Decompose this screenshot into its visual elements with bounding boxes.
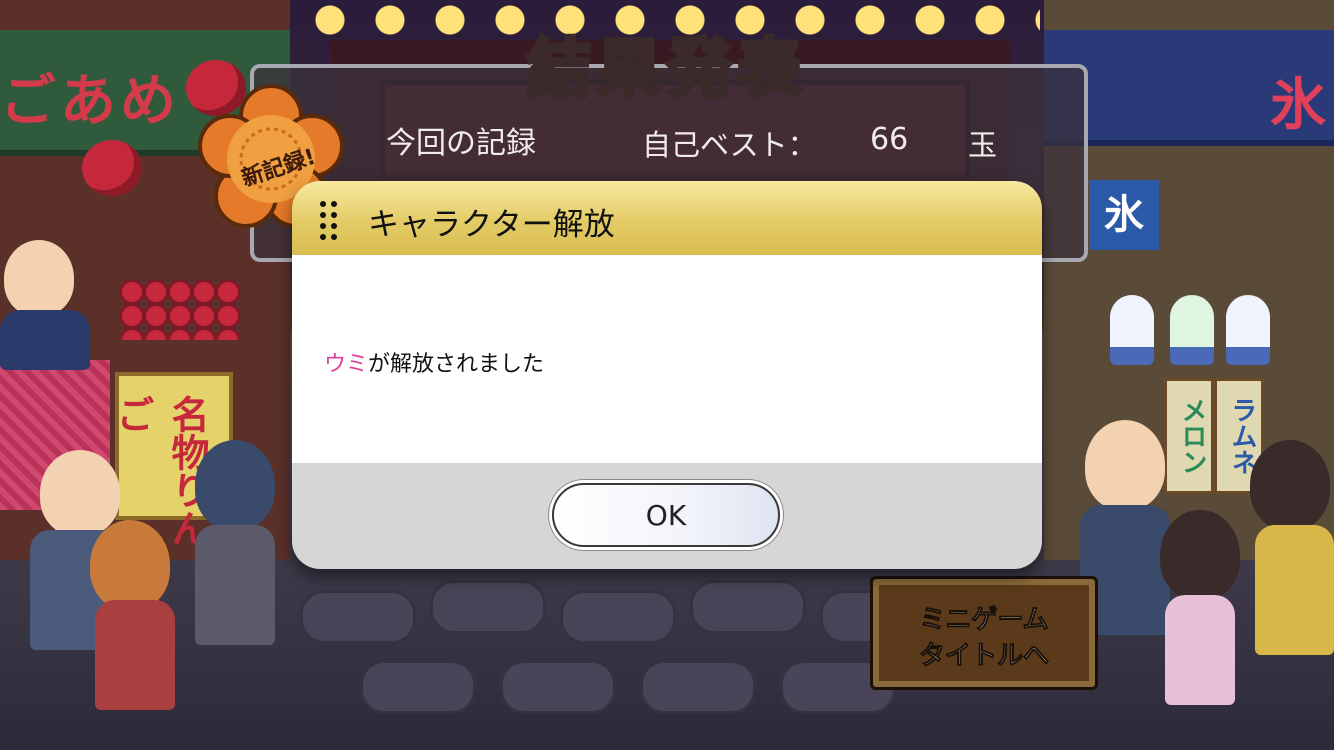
unlocked-character-name: ウミ bbox=[324, 352, 369, 377]
unlock-message-text: が解放されました bbox=[368, 352, 545, 377]
unlock-message: ウミが解放されました bbox=[324, 346, 544, 378]
crowd-character-body bbox=[95, 600, 175, 710]
shaved-ice-cup bbox=[1170, 295, 1214, 365]
shaved-ice-cup bbox=[1226, 295, 1270, 365]
melon-flag: メロン bbox=[1164, 378, 1214, 494]
crowd-character-body bbox=[1165, 595, 1235, 705]
character-unlock-dialog: キャラクター解放 ウミが解放されました OK bbox=[292, 181, 1042, 569]
minigame-button-line2: タイトルへ bbox=[918, 641, 1049, 672]
personal-best-value: 66 bbox=[870, 122, 909, 157]
vendor-body bbox=[0, 310, 90, 370]
crowd-character bbox=[195, 440, 275, 530]
minigame-button-line1: ミニゲーム bbox=[919, 605, 1049, 636]
dialog-header: キャラクター解放 bbox=[292, 181, 1042, 255]
candy-apples bbox=[120, 280, 240, 340]
path-stone bbox=[300, 590, 416, 644]
minigame-title-button[interactable]: ミニゲーム タイトルへ bbox=[870, 576, 1098, 690]
path-stone bbox=[500, 660, 616, 714]
crowd-character-body bbox=[1255, 525, 1334, 655]
apple-decoration bbox=[82, 140, 142, 196]
crowd-character-body bbox=[195, 525, 275, 645]
shaved-ice-cup bbox=[1110, 295, 1154, 365]
path-stone bbox=[690, 580, 806, 634]
crowd-character bbox=[1085, 420, 1165, 510]
current-record-label: 今回の記録 bbox=[386, 126, 536, 161]
crowd-character bbox=[40, 450, 120, 536]
path-stone bbox=[640, 660, 756, 714]
crowd-character bbox=[90, 520, 170, 610]
path-stone bbox=[360, 660, 476, 714]
ok-button[interactable]: OK bbox=[552, 483, 780, 547]
ice-sign: 氷 bbox=[1089, 180, 1159, 250]
dialog-title: キャラクター解放 bbox=[368, 207, 615, 243]
grip-icon bbox=[320, 201, 340, 241]
personal-best-unit: 玉 bbox=[968, 128, 998, 162]
crowd-character bbox=[1160, 510, 1240, 600]
personal-best-label: 自己ベスト： bbox=[642, 128, 817, 162]
path-stone bbox=[430, 580, 546, 634]
crowd-character bbox=[1250, 440, 1330, 530]
path-stone bbox=[560, 590, 676, 644]
vendor-character bbox=[4, 240, 74, 316]
